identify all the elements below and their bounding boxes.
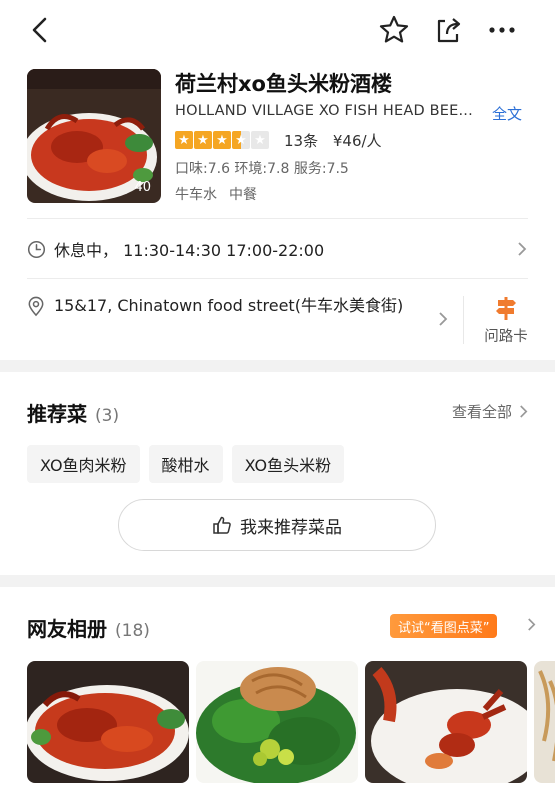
- cuisine-tag[interactable]: 中餐: [229, 187, 257, 203]
- divider: [27, 278, 528, 279]
- star-half-icon: ★: [232, 131, 250, 149]
- try-visual-order-badge[interactable]: 试试“看图点菜”: [390, 614, 498, 638]
- divider: [463, 296, 464, 344]
- see-all-label: 查看全部: [451, 403, 512, 421]
- signpost-icon: [496, 297, 516, 320]
- star-outline-icon[interactable]: [374, 10, 414, 50]
- back-icon[interactable]: [20, 10, 60, 50]
- photo-album-section: 网友相册 (18) 试试“看图点菜”: [0, 587, 555, 800]
- album-count: (18): [115, 621, 150, 641]
- location-icon: [28, 296, 44, 317]
- see-all-link[interactable]: 查看全部: [452, 401, 529, 422]
- price-per-person: ¥46/人: [332, 132, 382, 150]
- thumbs-up-icon: [213, 516, 231, 534]
- category-tags: 牛车水 中餐: [175, 184, 257, 204]
- dish-tag[interactable]: XO鱼头米粉: [231, 445, 345, 483]
- dish-tag[interactable]: XO鱼肉米粉: [27, 445, 140, 483]
- album-photo[interactable]: [27, 661, 189, 783]
- chevron-right-icon: [520, 405, 528, 418]
- restaurant-name: 荷兰村xo鱼头米粉酒楼: [175, 72, 392, 96]
- recommend-count: (3): [95, 406, 120, 426]
- star-icon: ★: [194, 131, 212, 149]
- recommend-dish-label: 我来推荐菜品: [240, 517, 342, 538]
- restaurant-cover-photo[interactable]: 40: [27, 69, 161, 203]
- recommend-title: 推荐菜: [27, 402, 87, 426]
- sub-scores: 口味:7.6 环境:7.8 服务:7.5: [175, 161, 349, 177]
- more-icon[interactable]: [482, 10, 522, 50]
- section-title: 推荐菜 (3): [27, 398, 119, 427]
- review-price-line: 13条 ¥46/人: [284, 130, 382, 151]
- area-tag[interactable]: 牛车水: [175, 187, 217, 203]
- star-icon: ★: [213, 131, 231, 149]
- address-row[interactable]: 15&17, Chinatown food street(牛车水美食街): [27, 290, 448, 346]
- star-empty-icon: ★: [251, 131, 269, 149]
- chevron-right-icon: [439, 312, 448, 326]
- review-count[interactable]: 13条: [284, 132, 318, 150]
- section-title: 网友相册 (18): [27, 613, 150, 642]
- divider: [27, 218, 528, 219]
- chevron-right-icon: [518, 242, 527, 256]
- address-text: 15&17, Chinatown food street(牛车水美食街): [54, 296, 404, 315]
- restaurant-english-name: HOLLAND VILLAGE XO FISH HEAD BEE...: [175, 103, 473, 119]
- full-text-link[interactable]: 全文: [492, 103, 522, 124]
- recommended-dishes-section: 推荐菜 (3) 查看全部 XO鱼肉米粉 酸柑水 XO鱼头米粉 我来推荐菜品: [0, 372, 555, 575]
- album-photo[interactable]: [534, 661, 555, 783]
- dish-tag-list: XO鱼肉米粉 酸柑水 XO鱼头米粉: [27, 445, 345, 483]
- album-photo[interactable]: [365, 661, 527, 783]
- star-icon: ★: [175, 131, 193, 149]
- rating-stars: ★ ★ ★ ★ ★: [175, 131, 269, 149]
- album-title: 网友相册: [27, 617, 107, 641]
- photo-strip: [27, 661, 555, 783]
- opening-hours-text: 休息中， 11:30-14:30 17:00-22:00: [54, 241, 325, 260]
- share-icon[interactable]: [428, 10, 468, 50]
- opening-hours-row[interactable]: 休息中， 11:30-14:30 17:00-22:00: [27, 230, 529, 268]
- recommend-dish-button[interactable]: 我来推荐菜品: [118, 499, 436, 551]
- direction-card-button[interactable]: 问路卡: [474, 292, 538, 348]
- nav-bar: [0, 0, 555, 62]
- chevron-right-icon[interactable]: [526, 617, 537, 632]
- restaurant-header-card: 40 荷兰村xo鱼头米粉酒楼 HOLLAND VILLAGE XO FISH H…: [0, 0, 555, 360]
- clock-icon: [27, 240, 46, 258]
- dish-tag[interactable]: 酸柑水: [148, 445, 223, 483]
- direction-card-label: 问路卡: [484, 329, 528, 345]
- album-photo[interactable]: [196, 661, 358, 783]
- photo-count: 40: [134, 180, 151, 195]
